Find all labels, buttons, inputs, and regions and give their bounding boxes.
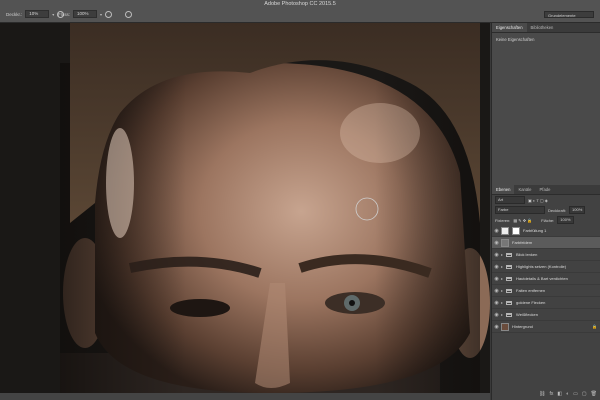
workspace-select[interactable]: Grundelemente [544,11,594,18]
tab-kanaele[interactable]: Kanäle [514,185,535,194]
folder-icon [506,312,512,317]
eye-icon[interactable]: ◉ [492,276,501,282]
lock-icons[interactable]: ▦ ✎ ✥ 🔒 [513,218,532,223]
properties-tabs: Eigenschaften Bibliotheken [492,23,600,33]
layers-tabs: Ebenen Kanäle Pfade [492,185,600,195]
layers-footer: ⛓ fx ◧ ◐ ▭ ▢ 🗑 [492,388,600,400]
fill-value[interactable]: 100% [557,216,574,224]
eye-icon[interactable]: ◉ [492,288,501,294]
layer-row[interactable]: ◉ ▸ goldene Flecken [492,297,600,309]
options-bar: Adobe Photoshop CC 2015.5 Deckkr.: 10% ▾… [0,0,600,23]
right-panel: Eigenschaften Bibliotheken Keine Eigensc… [491,23,600,400]
layer-row[interactable]: ◉ Farbfeldem [492,237,600,249]
new-layer-icon[interactable]: ▢ [582,391,587,397]
properties-panel: Keine Eigenschaften [492,33,600,189]
layer-thumbnail [501,226,509,235]
fluss-value[interactable]: 100% [73,10,98,18]
deckraft-control[interactable]: Deckkr.: 10% ▾ [6,10,65,18]
trash-icon[interactable]: 🗑 [591,391,597,397]
eye-icon[interactable]: ◉ [492,264,501,270]
layer-name: Weißflecken [516,312,538,317]
lock-row: Fixieren: ▦ ✎ ✥ 🔒 Fläche: 100% [492,215,600,225]
deckraft-label: Deckkr.: [6,11,23,17]
filter-icons[interactable]: ▣ ◐ T ▢ ◈ [528,198,548,203]
pressure-size-icon[interactable] [125,10,133,18]
layer-row[interactable]: ◉ ▸ Weißflecken [492,309,600,321]
folder-icon [506,288,512,293]
new-group-icon[interactable]: ▭ [573,391,578,397]
layer-thumbnail [501,238,509,247]
eye-icon[interactable]: ◉ [492,252,501,258]
tab-eigenschaften[interactable]: Eigenschaften [492,23,527,32]
layer-row[interactable]: ◉ ▸ Falten entfernen [492,285,600,297]
layer-name: Farbfeldem [512,240,533,245]
tab-ebenen[interactable]: Ebenen [492,185,515,194]
link-icon[interactable]: ⛓ [539,391,545,397]
layer-mask-thumbnail [512,226,520,235]
tab-pfade[interactable]: Pfade [535,185,554,194]
layer-name: Hautdetails & Bart verdichten [516,276,568,281]
chevron-down-icon[interactable]: ▾ [100,12,102,17]
eye-icon[interactable]: ◉ [492,240,501,246]
layer-row[interactable]: ◉ ▸ Blick lenken [492,249,600,261]
layer-name: Highlights setzen (Kontrolle) [516,264,567,269]
document-canvas[interactable] [0,23,490,393]
layer-row[interactable]: ◉ ▸ Hautdetails & Bart verdichten [492,273,600,285]
layer-filter-row: Art ▣ ◐ T ▢ ◈ [492,195,600,205]
folder-icon [506,252,512,257]
eye-icon[interactable]: ◉ [492,228,501,234]
folder-icon [506,264,512,269]
tab-bibliotheken[interactable]: Bibliotheken [527,23,558,32]
blend-row: Farbe Deckkraft: 100% [492,205,600,215]
folder-icon [506,300,512,305]
mask-icon[interactable]: ◧ [557,391,562,397]
adjustment-icon[interactable]: ◐ [566,391,569,397]
layer-row[interactable]: ◉ Hintergrund 🔒 [492,321,600,333]
fx-icon[interactable]: fx [550,391,554,397]
layer-list: ◉ Farbfüllung 1 ◉ Farbfeldem ◉ ▸ Blick l… [492,225,600,333]
folder-icon [506,276,512,281]
layers-panel: Ebenen Kanäle Pfade Art ▣ ◐ T ▢ ◈ Farbe … [492,185,600,400]
layer-name: goldene Flecken [516,300,546,305]
chevron-down-icon[interactable]: ▾ [52,12,54,17]
portrait-image [0,23,490,393]
properties-text: Keine Eigenschaften [496,37,535,42]
eye-icon[interactable]: ◉ [492,324,501,330]
eye-icon[interactable]: ◉ [492,312,501,318]
app-title: Adobe Photoshop CC 2015.5 [264,1,336,7]
eye-icon[interactable]: ◉ [492,300,501,306]
layer-name: Hintergrund [512,324,533,329]
status-bar [0,393,490,400]
layer-row[interactable]: ◉ ▸ Highlights setzen (Kontrolle) [492,261,600,273]
lock-label: Fixieren: [495,217,511,223]
fluss-control[interactable]: Fluss: 100% ▾ [58,10,133,18]
airbrush-icon[interactable] [105,10,113,18]
layer-name: Falten entfernen [516,288,546,293]
layer-thumbnail [501,322,509,331]
layer-name: Blick lenken [516,252,538,257]
deckraft-value[interactable]: 10% [25,10,50,18]
opacity-value[interactable]: 100% [569,206,586,214]
opacity-label: Deckkraft: [548,207,567,213]
layer-filter-select[interactable]: Art [495,196,525,204]
layer-name: Farbfüllung 1 [523,228,547,233]
fluss-label: Fluss: [58,11,71,17]
layer-row[interactable]: ◉ Farbfüllung 1 [492,225,600,237]
lock-icon: 🔒 [592,324,597,329]
blend-mode-select[interactable]: Farbe [495,206,545,214]
fill-label: Fläche: [541,217,555,223]
